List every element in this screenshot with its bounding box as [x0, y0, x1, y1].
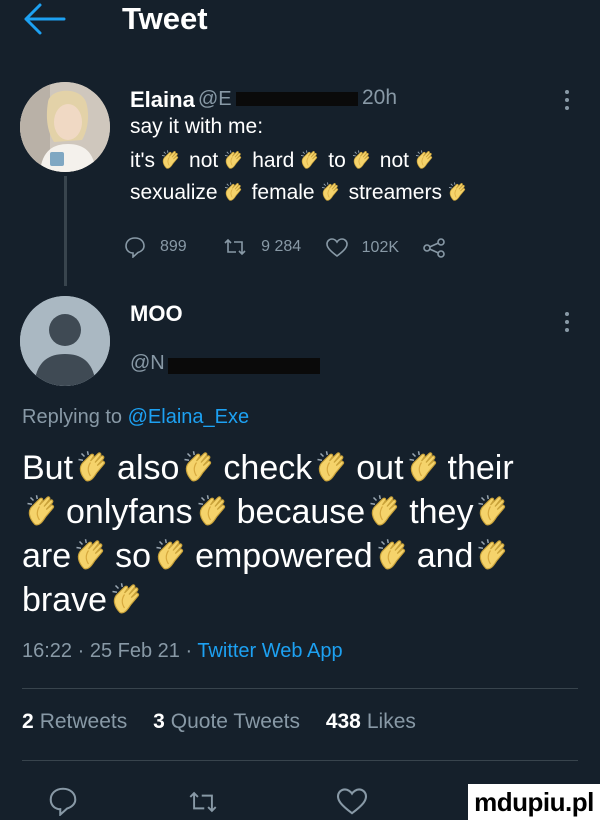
reply-word: they [409, 493, 474, 531]
page-title: Tweet [122, 1, 208, 36]
clap-emoji [415, 150, 437, 170]
clap-emoji [75, 538, 111, 572]
tweet-timestamp: 20h [362, 86, 398, 109]
retweet-action[interactable]: 9 284 [223, 236, 301, 258]
tweet-meta: 16:22 · 25 Feb 21 · Twitter Web App [22, 640, 343, 663]
clap-emoji [316, 450, 352, 484]
reply-word: empowered [195, 537, 373, 575]
reply-line: brave [22, 578, 592, 622]
divider [22, 688, 578, 689]
author-name[interactable]: Elaina [130, 86, 195, 114]
clap-emoji [161, 150, 183, 170]
reply-word: their [447, 449, 514, 487]
tweet-line: say it with me: [130, 115, 264, 138]
retweet-icon[interactable] [186, 788, 220, 816]
reply-line: are so empowered and [22, 534, 592, 578]
handle-redaction [168, 358, 320, 374]
clap-emoji [183, 450, 219, 484]
avatar[interactable] [20, 82, 110, 172]
tweet-word: it's [130, 149, 156, 172]
tweet-word: female [251, 181, 315, 204]
tweet-word: to [328, 149, 346, 172]
clap-emoji [300, 150, 322, 170]
tweet-line: sexualize female streamers [130, 178, 476, 208]
clap-emoji [448, 182, 470, 202]
clap-emoji [224, 150, 246, 170]
likes-stat[interactable]: 438 Likes [326, 710, 416, 733]
watermark-logo: mdupiu.pl [468, 784, 600, 820]
clap-emoji [377, 538, 413, 572]
retweet-count: 9 284 [261, 238, 302, 255]
tweet-line: it's not hard to not [130, 146, 443, 176]
author-name[interactable]: MOO [130, 300, 183, 328]
reply-count: 899 [160, 238, 187, 255]
tweet-actions: 899 9 284 102K [124, 236, 479, 263]
reply-word: and [416, 537, 474, 575]
reply-word: brave [22, 581, 108, 619]
reply-word: But [22, 449, 74, 487]
clap-emoji [197, 494, 233, 528]
reply-word: check [223, 449, 313, 487]
tweet-source[interactable]: Twitter Web App [197, 640, 342, 662]
engagement-counts: 2 Retweets 3 Quote Tweets 438 Likes [22, 710, 416, 734]
reply-word: because [236, 493, 366, 531]
tweet-word: sexualize [130, 181, 218, 204]
clap-emoji [477, 494, 513, 528]
clap-emoji [321, 182, 343, 202]
retweets-stat[interactable]: 2 Retweets [22, 710, 147, 733]
clap-emoji [224, 182, 246, 202]
reply-text: But also check out their onlyfans because they… [22, 446, 592, 622]
clap-emoji [155, 538, 191, 572]
tweet-word: not [189, 149, 219, 172]
reply-line: But also check out their [22, 446, 592, 490]
like-icon [325, 238, 348, 258]
replying-label: Replying to [22, 406, 123, 428]
reply-word: are [22, 537, 72, 575]
handle-redaction [236, 92, 358, 106]
back-arrow-icon[interactable] [22, 2, 68, 36]
replying-to: Replying to @Elaina_Exe [22, 406, 249, 429]
clap-emoji [369, 494, 405, 528]
reply-word: out [356, 449, 404, 487]
clap-emoji [477, 538, 513, 572]
reply-action[interactable]: 899 [124, 236, 187, 258]
author-handle[interactable]: @N [130, 352, 165, 375]
tweet-word: hard [252, 149, 295, 172]
quotes-stat[interactable]: 3 Quote Tweets [153, 710, 320, 733]
more-icon[interactable] [564, 88, 570, 112]
more-icon[interactable] [564, 310, 570, 334]
clap-emoji [408, 450, 444, 484]
reply-word: also [117, 449, 180, 487]
divider [22, 760, 578, 761]
clap-emoji [26, 494, 62, 528]
like-action[interactable]: 102K [325, 238, 400, 258]
clap-emoji [111, 582, 147, 616]
tweet-word: streamers [348, 181, 442, 204]
reply-icon [125, 237, 145, 258]
reply-line: onlyfans because they [22, 490, 592, 534]
replying-handle[interactable]: @Elaina_Exe [128, 406, 249, 428]
retweet-icon [224, 238, 246, 256]
avatar[interactable] [20, 296, 110, 386]
clap-emoji [77, 450, 113, 484]
thread-line [64, 176, 67, 286]
share-action[interactable] [423, 238, 459, 258]
like-count: 102K [361, 239, 400, 256]
share-icon [423, 238, 446, 258]
clap-emoji [352, 150, 374, 170]
reply-icon[interactable] [48, 786, 78, 816]
tweet-datetime: 16:22 · 25 Feb 21 · [22, 640, 193, 662]
tweet-word: not [379, 149, 409, 172]
reply-word: so [115, 537, 152, 575]
like-icon[interactable] [336, 788, 368, 816]
author-handle[interactable]: @E [198, 88, 232, 111]
reply-word: onlyfans [66, 493, 193, 531]
